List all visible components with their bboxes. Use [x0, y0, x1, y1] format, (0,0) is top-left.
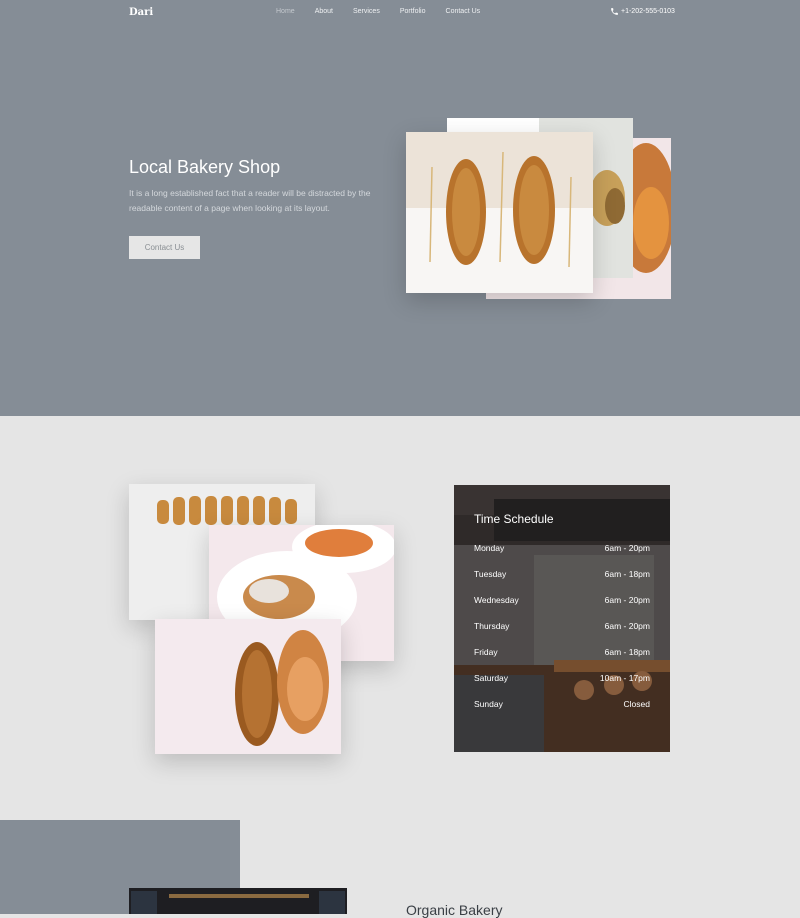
organic-bakery-title: Organic Bakery	[406, 902, 503, 918]
schedule-row: Monday 6am - 20pm	[474, 543, 650, 553]
schedule-row: Wednesday 6am - 20pm	[474, 595, 650, 605]
hero-section: Dari Home About Services Portfolio Conta…	[0, 0, 800, 416]
schedule-title: Time Schedule	[474, 512, 554, 526]
main-nav: Home About Services Portfolio Contact Us	[276, 8, 500, 15]
nav-link-contact[interactable]: Contact Us	[446, 8, 481, 15]
nav-link-about[interactable]: About	[315, 8, 333, 15]
phone-contact[interactable]: +1-202-555-0103	[610, 7, 675, 16]
organic-bakery-photo	[129, 888, 347, 914]
schedule-hours: 6am - 20pm	[604, 595, 650, 605]
schedule-hours: 6am - 18pm	[604, 647, 650, 657]
nav-link-home[interactable]: Home	[276, 8, 295, 15]
schedule-day: Tuesday	[474, 569, 507, 579]
schedule-hours: 6am - 18pm	[604, 569, 650, 579]
schedule-row: Friday 6am - 18pm	[474, 647, 650, 657]
schedule-row: Tuesday 6am - 18pm	[474, 569, 650, 579]
schedule-hours: 10am - 17pm	[599, 673, 650, 683]
nav-link-services[interactable]: Services	[353, 8, 380, 15]
schedule-day: Friday	[474, 647, 498, 657]
collage-photo-loaves	[155, 619, 341, 754]
contact-us-button[interactable]: Contact Us	[129, 236, 200, 259]
hero-title: Local Bakery Shop	[129, 157, 281, 177]
hero-photo-front	[406, 132, 593, 293]
schedule-day: Wednesday	[474, 595, 519, 605]
schedule-row: Sunday Closed	[474, 699, 650, 709]
schedule-row: Thursday 6am - 20pm	[474, 621, 650, 631]
nav-link-portfolio[interactable]: Portfolio	[400, 8, 426, 15]
schedule-row: Saturday 10am - 17pm	[474, 673, 650, 683]
phone-icon	[611, 8, 618, 15]
hero-description: It is a long established fact that a rea…	[129, 188, 371, 213]
schedule-day: Monday	[474, 543, 505, 553]
schedule-hours: 6am - 20pm	[604, 621, 650, 631]
phone-number: +1-202-555-0103	[621, 8, 675, 15]
schedule-day: Sunday	[474, 699, 503, 709]
brand-logo[interactable]: Dari	[129, 7, 153, 18]
time-schedule-card: Time Schedule Monday 6am - 20pm Tuesday 6a…	[454, 485, 670, 752]
schedule-hours: Closed	[623, 699, 650, 709]
schedule-day: Thursday	[474, 621, 510, 631]
schedule-hours: 6am - 20pm	[604, 543, 650, 553]
schedule-day: Saturday	[474, 673, 509, 683]
